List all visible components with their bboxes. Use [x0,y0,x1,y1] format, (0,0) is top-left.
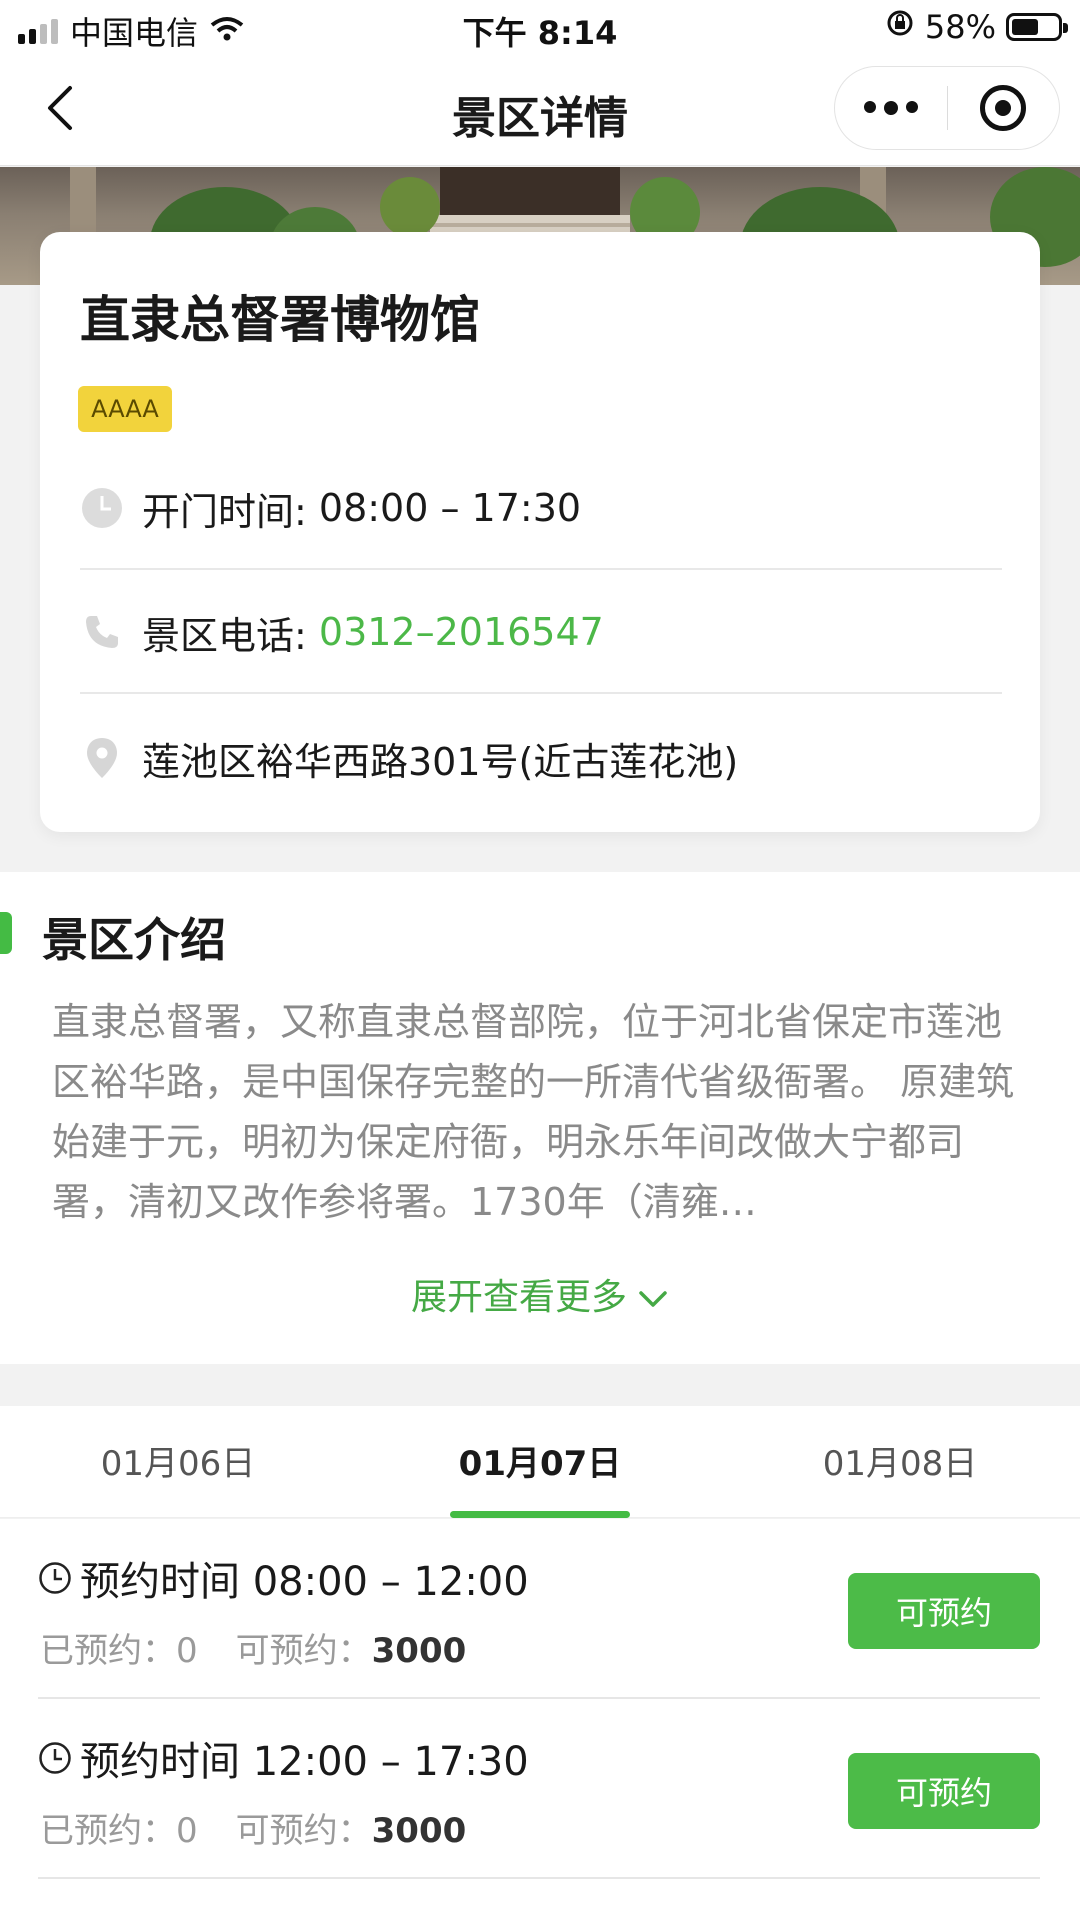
location-icon [80,736,124,780]
close-button[interactable] [948,66,1060,150]
slot-time-label: 预约时间 08:00 – 12:00 [80,1559,529,1605]
expand-more-button[interactable]: 展开查看更多 [0,1268,1080,1320]
status-right: 58% [885,8,1068,46]
slot-time: 预约时间 08:00 – 12:00 [38,1549,529,1607]
opening-hours-label: 开门时间: [142,489,319,534]
expand-more-label: 展开查看更多 [410,1277,627,1318]
status-bar: 中国电信 下午 8:14 58% [0,0,1080,56]
divider [38,1877,1040,1879]
opening-hours-row: 开门时间: 08:00 – 17:30 [80,468,1000,548]
available-stat: 可预约：3000 [236,1623,467,1672]
slot-time: 预约时间 12:00 – 17:30 [38,1729,529,1787]
available-label: 可预约： [235,1631,372,1671]
slot-time-label: 预约时间 12:00 – 17:30 [80,1739,529,1785]
section-accent-bar [0,912,12,954]
booked-stat: 已预约：0 [40,1803,198,1852]
phone-icon [80,610,124,654]
booked-label: 已预约： [40,1631,176,1671]
close-target-icon [980,85,1027,131]
slot-stats: 已预约：0 可预约：3000 [40,1803,466,1852]
intro-text: 直隶总督署，又称直隶总督部院，位于河北省保定市莲池区裕华路，是中国保存完整的一所… [52,1000,1015,1224]
phone-row[interactable]: 景区电话: 0312–2016547 [80,592,1000,672]
mini-program-capsule [834,66,1060,150]
clock-icon [39,1562,71,1594]
rotation-lock-icon [885,8,915,46]
book-button[interactable]: 可预约 [848,1753,1040,1829]
intro-title: 景区介绍 [42,913,226,967]
available-count: 3000 [371,1631,467,1671]
divider [80,692,1002,694]
available-label: 可预约： [235,1811,372,1851]
address-row[interactable]: 莲池区裕华西路301号(近古莲花池) [80,718,1000,798]
battery-icon [1006,13,1068,41]
level-badge: AAAA [78,386,172,432]
divider [80,568,1002,570]
phone-label: 景区电话: [142,613,319,658]
chevron-down-icon [639,1291,667,1307]
intro-section: 景区介绍 直隶总督署，又称直隶总督部院，位于河北省保定市莲池区裕华路，是中国保存… [0,872,1080,1364]
book-button[interactable]: 可预约 [848,1573,1040,1649]
more-button[interactable] [835,66,947,150]
clock-icon [80,486,124,530]
tab-date-0107[interactable]: 01月07日 [420,1436,660,1485]
slot-stats: 已预约：0 可预约：3000 [40,1623,466,1672]
booked-count: 0 [176,1811,198,1851]
time-slot-list: 预约时间 08:00 – 12:00 已预约：0 可预约：3000 可预约 预约… [0,1519,1080,1920]
active-tab-indicator [450,1511,630,1518]
available-count: 3000 [371,1811,467,1851]
booked-label: 已预约： [40,1811,176,1851]
clock-icon [39,1742,71,1774]
nav-bar: 景区详情 [0,56,1080,166]
phone-number-link[interactable]: 0312–2016547 [319,610,604,654]
booked-stat: 已预约：0 [40,1623,198,1672]
tab-date-0106[interactable]: 01月06日 [58,1436,298,1485]
date-tabs: 01月06日 01月07日 01月08日 [0,1406,1080,1518]
time-slot: 预约时间 08:00 – 12:00 已预约：0 可预约：3000 可预约 [38,1519,1040,1699]
spot-name: 直隶总督署博物馆 [80,291,480,349]
tab-date-0108[interactable]: 01月08日 [780,1436,1020,1485]
more-icon [863,101,918,115]
battery-percent: 58% [924,8,996,46]
booked-count: 0 [176,1631,198,1671]
time-slot: 预约时间 12:00 – 17:30 已预约：0 可预约：3000 可预约 [38,1699,1040,1879]
opening-hours-value: 08:00 – 17:30 [318,486,582,530]
available-stat: 可预约：3000 [236,1803,467,1852]
address-text: 莲池区裕华西路301号(近古莲花池) [142,739,739,784]
spot-info-card: 直隶总督署博物馆 AAAA 开门时间: 08:00 – 17:30 景区电话: … [40,232,1040,832]
